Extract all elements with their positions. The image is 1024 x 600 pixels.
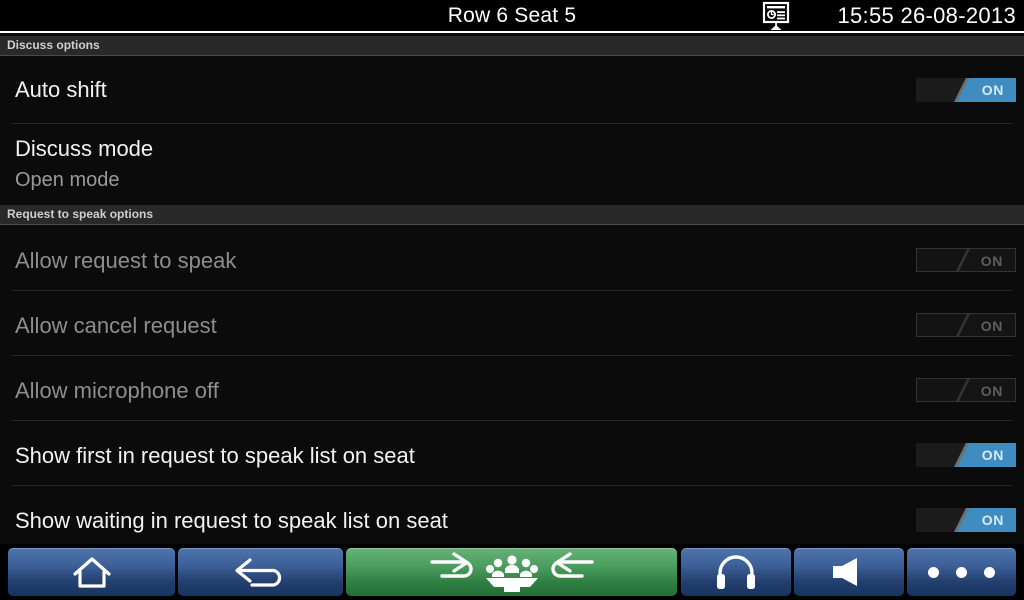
row-label: Allow request to speak [15, 248, 237, 273]
row-discuss-mode[interactable]: Discuss mode Open mode [0, 124, 1024, 205]
toggle-state-label: ON [981, 447, 1004, 463]
section-header-request-to-speak-options: Request to speak options [0, 205, 1024, 225]
toggle-allow-microphone-off: ON [916, 378, 1016, 402]
row-allow-request-to-speak: Allow request to speak ON [0, 226, 1024, 291]
title-bar: Row 6 Seat 5 15:55 26-08-2013 [0, 0, 1024, 33]
more-options-icon [928, 566, 995, 578]
row-label: Allow microphone off [15, 378, 219, 403]
toggle-auto-shift[interactable]: ON [916, 78, 1016, 102]
toggle-state-label: ON [980, 383, 1003, 399]
back-button[interactable] [178, 548, 343, 596]
back-arrow-icon [230, 554, 292, 590]
row-allow-microphone-off: Allow microphone off ON [0, 356, 1024, 421]
discuss-group-icon [412, 550, 612, 594]
speaker-volume-icon [827, 555, 871, 589]
row-allow-cancel-request: Allow cancel request ON [0, 291, 1024, 356]
toggle-show-first-in-request-list[interactable]: ON [916, 443, 1016, 467]
headphones-button[interactable] [681, 548, 791, 596]
row-label: Discuss mode [15, 136, 154, 161]
row-label: Show first in request to speak list on s… [15, 443, 415, 468]
home-button[interactable] [8, 548, 175, 596]
row-label: Show waiting in request to speak list on… [15, 508, 448, 533]
dot [984, 566, 995, 578]
clock-datetime: 15:55 26-08-2013 [837, 3, 1016, 28]
toggle-state-label: ON [981, 512, 1004, 528]
row-label: Allow cancel request [15, 313, 217, 338]
bottom-navigation-bar [0, 544, 1024, 600]
home-icon [69, 552, 115, 592]
toggle-allow-cancel-request: ON [916, 313, 1016, 337]
toggle-state-label: ON [981, 82, 1004, 98]
headphones-icon [715, 553, 757, 591]
row-show-waiting-in-request-list[interactable]: Show waiting in request to speak list on… [0, 486, 1024, 544]
settings-screen: Row 6 Seat 5 15:55 26-08-2013 Discuss op… [0, 0, 1024, 600]
dot [956, 566, 967, 578]
toggle-allow-request-to-speak: ON [916, 248, 1016, 272]
row-label: Auto shift [15, 77, 107, 102]
discuss-button[interactable] [346, 548, 677, 596]
dot [928, 566, 939, 578]
toggle-state-label: ON [980, 318, 1003, 334]
volume-button[interactable] [794, 548, 904, 596]
more-options-button[interactable] [907, 548, 1016, 596]
row-auto-shift[interactable]: Auto shift ON [0, 57, 1024, 124]
row-sublabel: Open mode [15, 169, 120, 191]
row-show-first-in-request-list[interactable]: Show first in request to speak list on s… [0, 421, 1024, 486]
presentation-screen-icon[interactable] [758, 1, 794, 32]
toggle-state-label: ON [980, 253, 1003, 269]
section-header-discuss-options: Discuss options [0, 36, 1024, 56]
toggle-show-waiting-in-request-list[interactable]: ON [916, 508, 1016, 532]
